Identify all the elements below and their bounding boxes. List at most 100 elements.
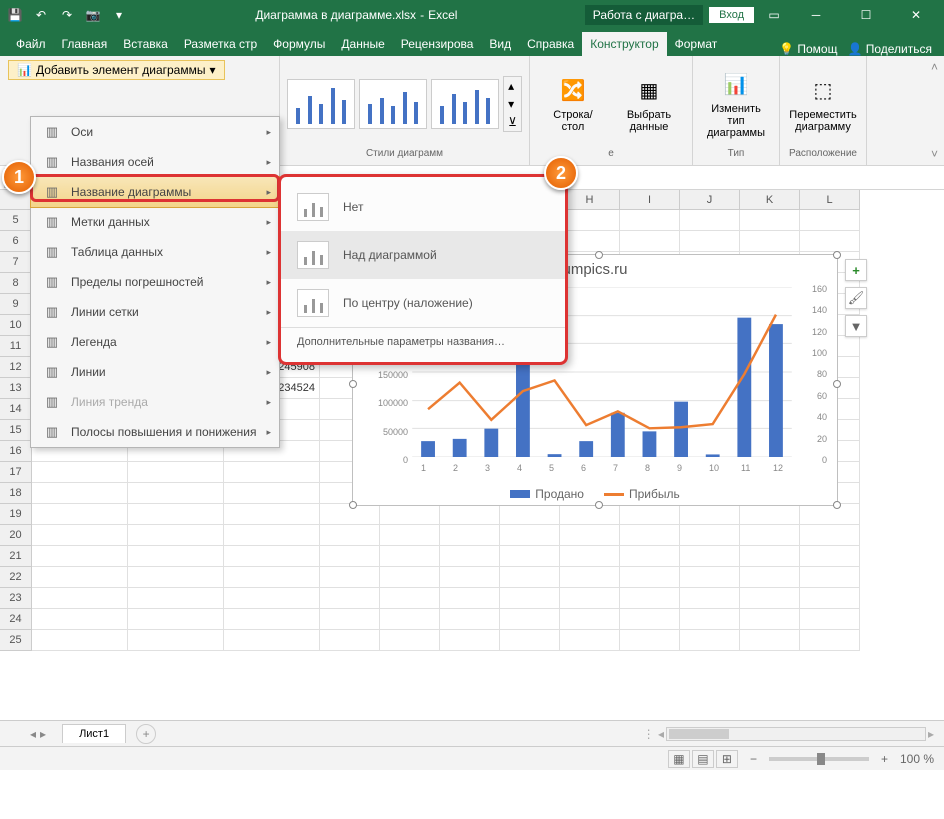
cell-K6[interactable] (740, 231, 800, 252)
dd-item-charttitle[interactable]: ▥Название диаграммы▸ (30, 176, 280, 208)
collapse-ribbon-icon[interactable]: ˄ (931, 60, 938, 74)
style-thumb-2[interactable] (359, 79, 427, 129)
dd-item-error[interactable]: ▥Пределы погрешностей▸ (31, 267, 279, 297)
cell-E24[interactable] (380, 609, 440, 630)
dd-item-lines[interactable]: ▥Линии▸ (31, 357, 279, 387)
add-chart-element-button[interactable]: 📊 Добавить элемент диаграммы▾ (8, 60, 225, 80)
row-header-12[interactable]: 12 (0, 357, 32, 378)
cell-B22[interactable] (128, 567, 224, 588)
cell-I20[interactable] (620, 525, 680, 546)
cell-I21[interactable] (620, 546, 680, 567)
gallery-up-icon[interactable]: ▴ (504, 77, 521, 95)
cell-A25[interactable] (32, 630, 128, 651)
gallery-more-icon[interactable]: ⊻ (504, 113, 521, 131)
view-pagelayout-button[interactable]: ▤ (692, 750, 714, 768)
row-header-18[interactable]: 18 (0, 483, 32, 504)
cell-K25[interactable] (740, 630, 800, 651)
chart-filters-button[interactable]: ▼ (845, 315, 867, 337)
row-header-10[interactable]: 10 (0, 315, 32, 336)
cell-A17[interactable] (32, 462, 128, 483)
cell-G25[interactable] (500, 630, 560, 651)
sheet-tab-1[interactable]: Лист1 (62, 724, 126, 743)
dd-item-axes[interactable]: ▥Оси▸ (31, 117, 279, 147)
cell-K21[interactable] (740, 546, 800, 567)
cell-E25[interactable] (380, 630, 440, 651)
tab-formulas[interactable]: Формулы (265, 32, 333, 56)
cell-D20[interactable] (320, 525, 380, 546)
cell-G23[interactable] (500, 588, 560, 609)
cell-L5[interactable] (800, 210, 860, 231)
cell-C19[interactable] (224, 504, 320, 525)
row-header-20[interactable]: 20 (0, 525, 32, 546)
sheet-nav-last-icon[interactable]: ▸ (40, 727, 46, 741)
cell-A24[interactable] (32, 609, 128, 630)
tab-format[interactable]: Формат (667, 32, 726, 56)
cell-G19[interactable] (500, 504, 560, 525)
submenu-item-1[interactable]: Над диаграммой (281, 231, 565, 279)
cell-L6[interactable] (800, 231, 860, 252)
row-header-7[interactable]: 7 (0, 252, 32, 273)
cell-E21[interactable] (380, 546, 440, 567)
cell-H21[interactable] (560, 546, 620, 567)
cell-G20[interactable] (500, 525, 560, 546)
undo-icon[interactable]: ↶ (32, 6, 50, 24)
cell-A18[interactable] (32, 483, 128, 504)
cell-L19[interactable] (800, 504, 860, 525)
cell-H25[interactable] (560, 630, 620, 651)
cell-H6[interactable] (560, 231, 620, 252)
cell-C25[interactable] (224, 630, 320, 651)
cell-E19[interactable] (380, 504, 440, 525)
cell-F20[interactable] (440, 525, 500, 546)
horizontal-scrollbar[interactable]: ⋮ ◂▸ (158, 727, 944, 741)
cell-J20[interactable] (680, 525, 740, 546)
cell-D22[interactable] (320, 567, 380, 588)
cell-G21[interactable] (500, 546, 560, 567)
cell-C22[interactable] (224, 567, 320, 588)
row-header-21[interactable]: 21 (0, 546, 32, 567)
cell-J21[interactable] (680, 546, 740, 567)
cell-J6[interactable] (680, 231, 740, 252)
tell-me[interactable]: 💡 Помощ (779, 42, 837, 56)
tab-view[interactable]: Вид (481, 32, 519, 56)
dd-item-updown[interactable]: ▥Полосы повышения и понижения▸ (31, 417, 279, 447)
row-header-13[interactable]: 13 (0, 378, 32, 399)
row-header-6[interactable]: 6 (0, 231, 32, 252)
cell-I25[interactable] (620, 630, 680, 651)
dd-item-axistitle[interactable]: ▥Названия осей▸ (31, 147, 279, 177)
cell-I24[interactable] (620, 609, 680, 630)
qat-more-icon[interactable]: ▾ (110, 6, 128, 24)
chart-elements-button[interactable]: + (845, 259, 867, 281)
row-header-5[interactable]: 5 (0, 210, 32, 231)
dd-item-table[interactable]: ▥Таблица данных▸ (31, 237, 279, 267)
row-header-14[interactable]: 14 (0, 399, 32, 420)
cell-I19[interactable] (620, 504, 680, 525)
cell-A21[interactable] (32, 546, 128, 567)
cell-J25[interactable] (680, 630, 740, 651)
tab-insert[interactable]: Вставка (115, 32, 176, 56)
tab-review[interactable]: Рецензирова (393, 32, 482, 56)
cell-J19[interactable] (680, 504, 740, 525)
cell-K22[interactable] (740, 567, 800, 588)
cell-L25[interactable] (800, 630, 860, 651)
tab-help[interactable]: Справка (519, 32, 582, 56)
row-header-23[interactable]: 23 (0, 588, 32, 609)
cell-H23[interactable] (560, 588, 620, 609)
col-header-I[interactable]: I (620, 190, 680, 210)
cell-D23[interactable] (320, 588, 380, 609)
cell-C18[interactable] (224, 483, 320, 504)
cell-D21[interactable] (320, 546, 380, 567)
cell-B23[interactable] (128, 588, 224, 609)
expand-formula-icon[interactable]: ˅ (931, 147, 938, 161)
tab-design[interactable]: Конструктор (582, 32, 666, 56)
cell-I6[interactable] (620, 231, 680, 252)
cell-L24[interactable] (800, 609, 860, 630)
cell-B18[interactable] (128, 483, 224, 504)
col-header-K[interactable]: K (740, 190, 800, 210)
cell-L22[interactable] (800, 567, 860, 588)
zoom-level[interactable]: 100 % (900, 752, 934, 766)
cell-F24[interactable] (440, 609, 500, 630)
submenu-more-options[interactable]: Дополнительные параметры названия… (281, 327, 565, 356)
submenu-item-0[interactable]: Нет (281, 183, 565, 231)
zoom-slider[interactable] (769, 757, 869, 761)
dd-item-legend[interactable]: ▥Легенда▸ (31, 327, 279, 357)
